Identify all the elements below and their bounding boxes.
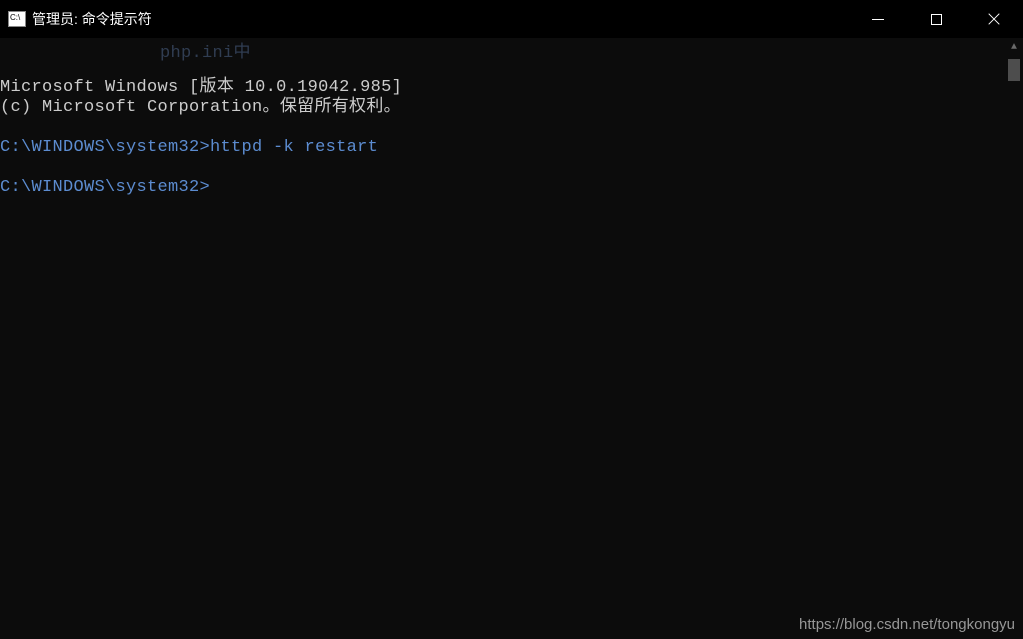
window-controls <box>849 0 1023 38</box>
version-line: Microsoft Windows [版本 10.0.19042.985] <box>0 78 402 98</box>
cmd-icon <box>8 11 26 27</box>
window-titlebar: 管理员: 命令提示符 <box>0 0 1023 38</box>
copyright-line: (c) Microsoft Corporation。保留所有权利。 <box>0 98 401 118</box>
vertical-scrollbar[interactable]: ▲ <box>1005 38 1023 639</box>
scrollbar-thumb[interactable] <box>1008 59 1020 81</box>
background-hint-text: php.ini中 <box>160 44 251 64</box>
prompt-path-2: C:\WINDOWS\system32> <box>0 178 210 197</box>
prompt-line-1: C:\WINDOWS\system32>httpd -k restart <box>0 138 378 158</box>
close-icon <box>988 13 1000 25</box>
minimize-button[interactable] <box>849 0 907 38</box>
titlebar-left: 管理员: 命令提示符 <box>8 9 152 29</box>
watermark-text: https://blog.csdn.net/tongkongyu <box>799 616 1015 633</box>
prompt-path-1: C:\WINDOWS\system32> <box>0 138 210 157</box>
maximize-icon <box>931 14 942 25</box>
scrollbar-up-arrow-icon[interactable]: ▲ <box>1005 38 1023 56</box>
close-button[interactable] <box>965 0 1023 38</box>
prompt-line-2: C:\WINDOWS\system32> <box>0 178 210 198</box>
maximize-button[interactable] <box>907 0 965 38</box>
minimize-icon <box>872 19 884 20</box>
window-title: 管理员: 命令提示符 <box>32 9 152 29</box>
terminal-output[interactable]: php.ini中 Microsoft Windows [版本 10.0.1904… <box>0 38 1023 639</box>
command-1: httpd -k restart <box>210 138 378 157</box>
